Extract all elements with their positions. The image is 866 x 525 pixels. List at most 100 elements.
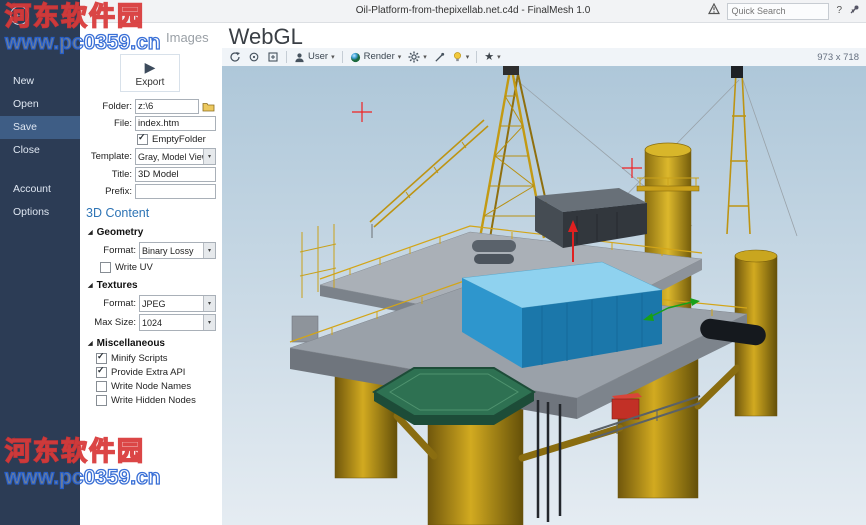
file-label: File: [86, 118, 132, 129]
minify-scripts-checkbox[interactable] [96, 353, 107, 364]
chevron-down-icon[interactable]: ▾ [203, 243, 215, 258]
hidden-nodes-row: Write Hidden Nodes [96, 395, 216, 406]
chevron-down-icon: ▾ [466, 54, 470, 61]
geometry-format-select[interactable]: Binary Lossy ▾ [139, 242, 216, 259]
textures-format-label: Format: [90, 298, 136, 309]
sidebar-menu: New Open Save Close Account Options [0, 70, 80, 224]
chevron-down-icon: ▾ [331, 54, 335, 61]
picker-button[interactable] [434, 52, 445, 63]
scene-3d-area [222, 66, 866, 525]
miscellaneous-heading: Miscellaneous [97, 338, 165, 349]
fit-view-button[interactable] [267, 51, 279, 63]
tab-images[interactable]: Images [166, 30, 209, 48]
template-value: Gray, Model Views [136, 152, 203, 162]
sidebar-item-options[interactable]: Options [0, 201, 80, 224]
backstage-sidebar: ← New Open Save Close Account Options [0, 0, 80, 525]
extra-api-checkbox[interactable] [96, 367, 107, 378]
maxsize-select[interactable]: 1024 ▾ [139, 314, 216, 331]
textures-heading: Textures [97, 280, 138, 291]
quick-search-input[interactable] [728, 6, 851, 16]
zoom-target-button[interactable] [248, 51, 260, 63]
sidebar-item-new[interactable]: New [0, 70, 80, 93]
pin-icon[interactable] [849, 2, 860, 20]
write-uv-checkbox[interactable] [100, 262, 111, 273]
preview-viewport: User ▾ Render ▾ ▾ ▾ ★ ▾ [222, 48, 866, 525]
quick-search-box: ▾ [727, 3, 829, 20]
chevron-down-icon[interactable]: ▾ [203, 315, 215, 330]
title-row: Title: [86, 167, 216, 182]
oil-platform-3d-view[interactable] [222, 66, 866, 525]
node-names-checkbox[interactable] [96, 381, 107, 392]
folder-icon [202, 101, 215, 112]
format-tabs: Images WebGL [80, 22, 866, 48]
geometry-format-value: Binary Lossy [140, 246, 203, 256]
picker-icon [434, 52, 445, 63]
file-row: File: [86, 116, 216, 131]
viewport-size-label: 973 x 718 [817, 52, 859, 63]
maxsize-value: 1024 [140, 318, 203, 328]
textures-format-select[interactable]: JPEG ▾ [139, 295, 216, 312]
write-uv-row: Write UV [100, 262, 216, 273]
title-input[interactable] [135, 167, 216, 182]
sidebar-item-account[interactable]: Account [0, 178, 80, 201]
gear-icon [408, 51, 420, 63]
chevron-down-icon: ▾ [398, 54, 402, 61]
tab-webgl[interactable]: WebGL [229, 26, 303, 48]
hidden-nodes-label: Write Hidden Nodes [111, 395, 196, 406]
section-textures[interactable]: ◢ Textures [88, 280, 216, 291]
extra-api-label: Provide Extra API [111, 367, 185, 378]
textures-format-row: Format: JPEG ▾ [90, 295, 216, 312]
chevron-down-icon: ▾ [423, 54, 427, 61]
sidebar-item-save[interactable]: Save [0, 116, 80, 139]
sidebar-item-close[interactable]: Close [0, 139, 80, 162]
render-menu-button[interactable]: Render ▾ [350, 52, 402, 63]
folder-input[interactable] [135, 99, 199, 114]
title-bar: Oil-Platform-from-thepixellab.net.c4d - … [80, 0, 866, 23]
toolbar-separator [476, 51, 477, 63]
user-icon [294, 52, 305, 63]
geometry-format-label: Format: [90, 245, 136, 256]
back-arrow-icon: ← [15, 9, 25, 20]
update-alert-icon[interactable] [708, 2, 720, 20]
node-names-row: Write Node Names [96, 381, 216, 392]
hidden-nodes-checkbox[interactable] [96, 395, 107, 406]
render-menu-label: Render [364, 52, 395, 62]
favorites-menu-button[interactable]: ★ ▾ [484, 52, 500, 63]
help-icon[interactable]: ? [836, 6, 842, 16]
app-window: ← New Open Save Close Account Options Oi… [0, 0, 866, 525]
target-icon [248, 51, 260, 63]
export-button[interactable]: ▶ Export [120, 54, 180, 92]
prefix-input[interactable] [135, 184, 216, 199]
browse-folder-button[interactable] [201, 99, 216, 114]
settings-menu-button[interactable]: ▾ [408, 51, 427, 63]
textures-format-value: JPEG [140, 299, 203, 309]
chevron-down-icon[interactable]: ▾ [203, 296, 215, 311]
template-select[interactable]: Gray, Model Views ▾ [135, 148, 216, 165]
toolbar-separator [286, 51, 287, 63]
maxsize-label: Max Size: [90, 317, 136, 328]
section-geometry[interactable]: ◢ Geometry [88, 227, 216, 238]
section-miscellaneous[interactable]: ◢ Miscellaneous [88, 338, 216, 349]
chevron-down-icon[interactable]: ▾ [203, 149, 215, 164]
file-input[interactable] [135, 116, 216, 131]
render-sphere-icon [350, 52, 361, 63]
extra-api-row: Provide Extra API [96, 367, 216, 378]
minify-scripts-label: Minify Scripts [111, 353, 167, 364]
orbit-button[interactable] [229, 51, 241, 63]
prefix-row: Prefix: [86, 184, 216, 199]
play-icon: ▶ [121, 60, 179, 74]
user-menu-label: User [308, 52, 328, 62]
emptyfolder-checkbox[interactable] [137, 134, 148, 145]
template-label: Template: [86, 151, 132, 162]
sidebar-item-open[interactable]: Open [0, 93, 80, 116]
write-uv-label: Write UV [115, 262, 153, 273]
section-3d-content: 3D Content [86, 206, 216, 220]
titlebar-controls: ▾ ? [708, 0, 860, 22]
light-menu-button[interactable]: ▾ [452, 51, 470, 63]
user-menu-button[interactable]: User ▾ [294, 52, 335, 63]
back-button[interactable]: ← [10, 6, 29, 25]
collapse-triangle-icon: ◢ [88, 229, 93, 236]
geometry-format-row: Format: Binary Lossy ▾ [90, 242, 216, 259]
frame-icon [267, 51, 279, 63]
geometry-heading: Geometry [97, 227, 144, 238]
